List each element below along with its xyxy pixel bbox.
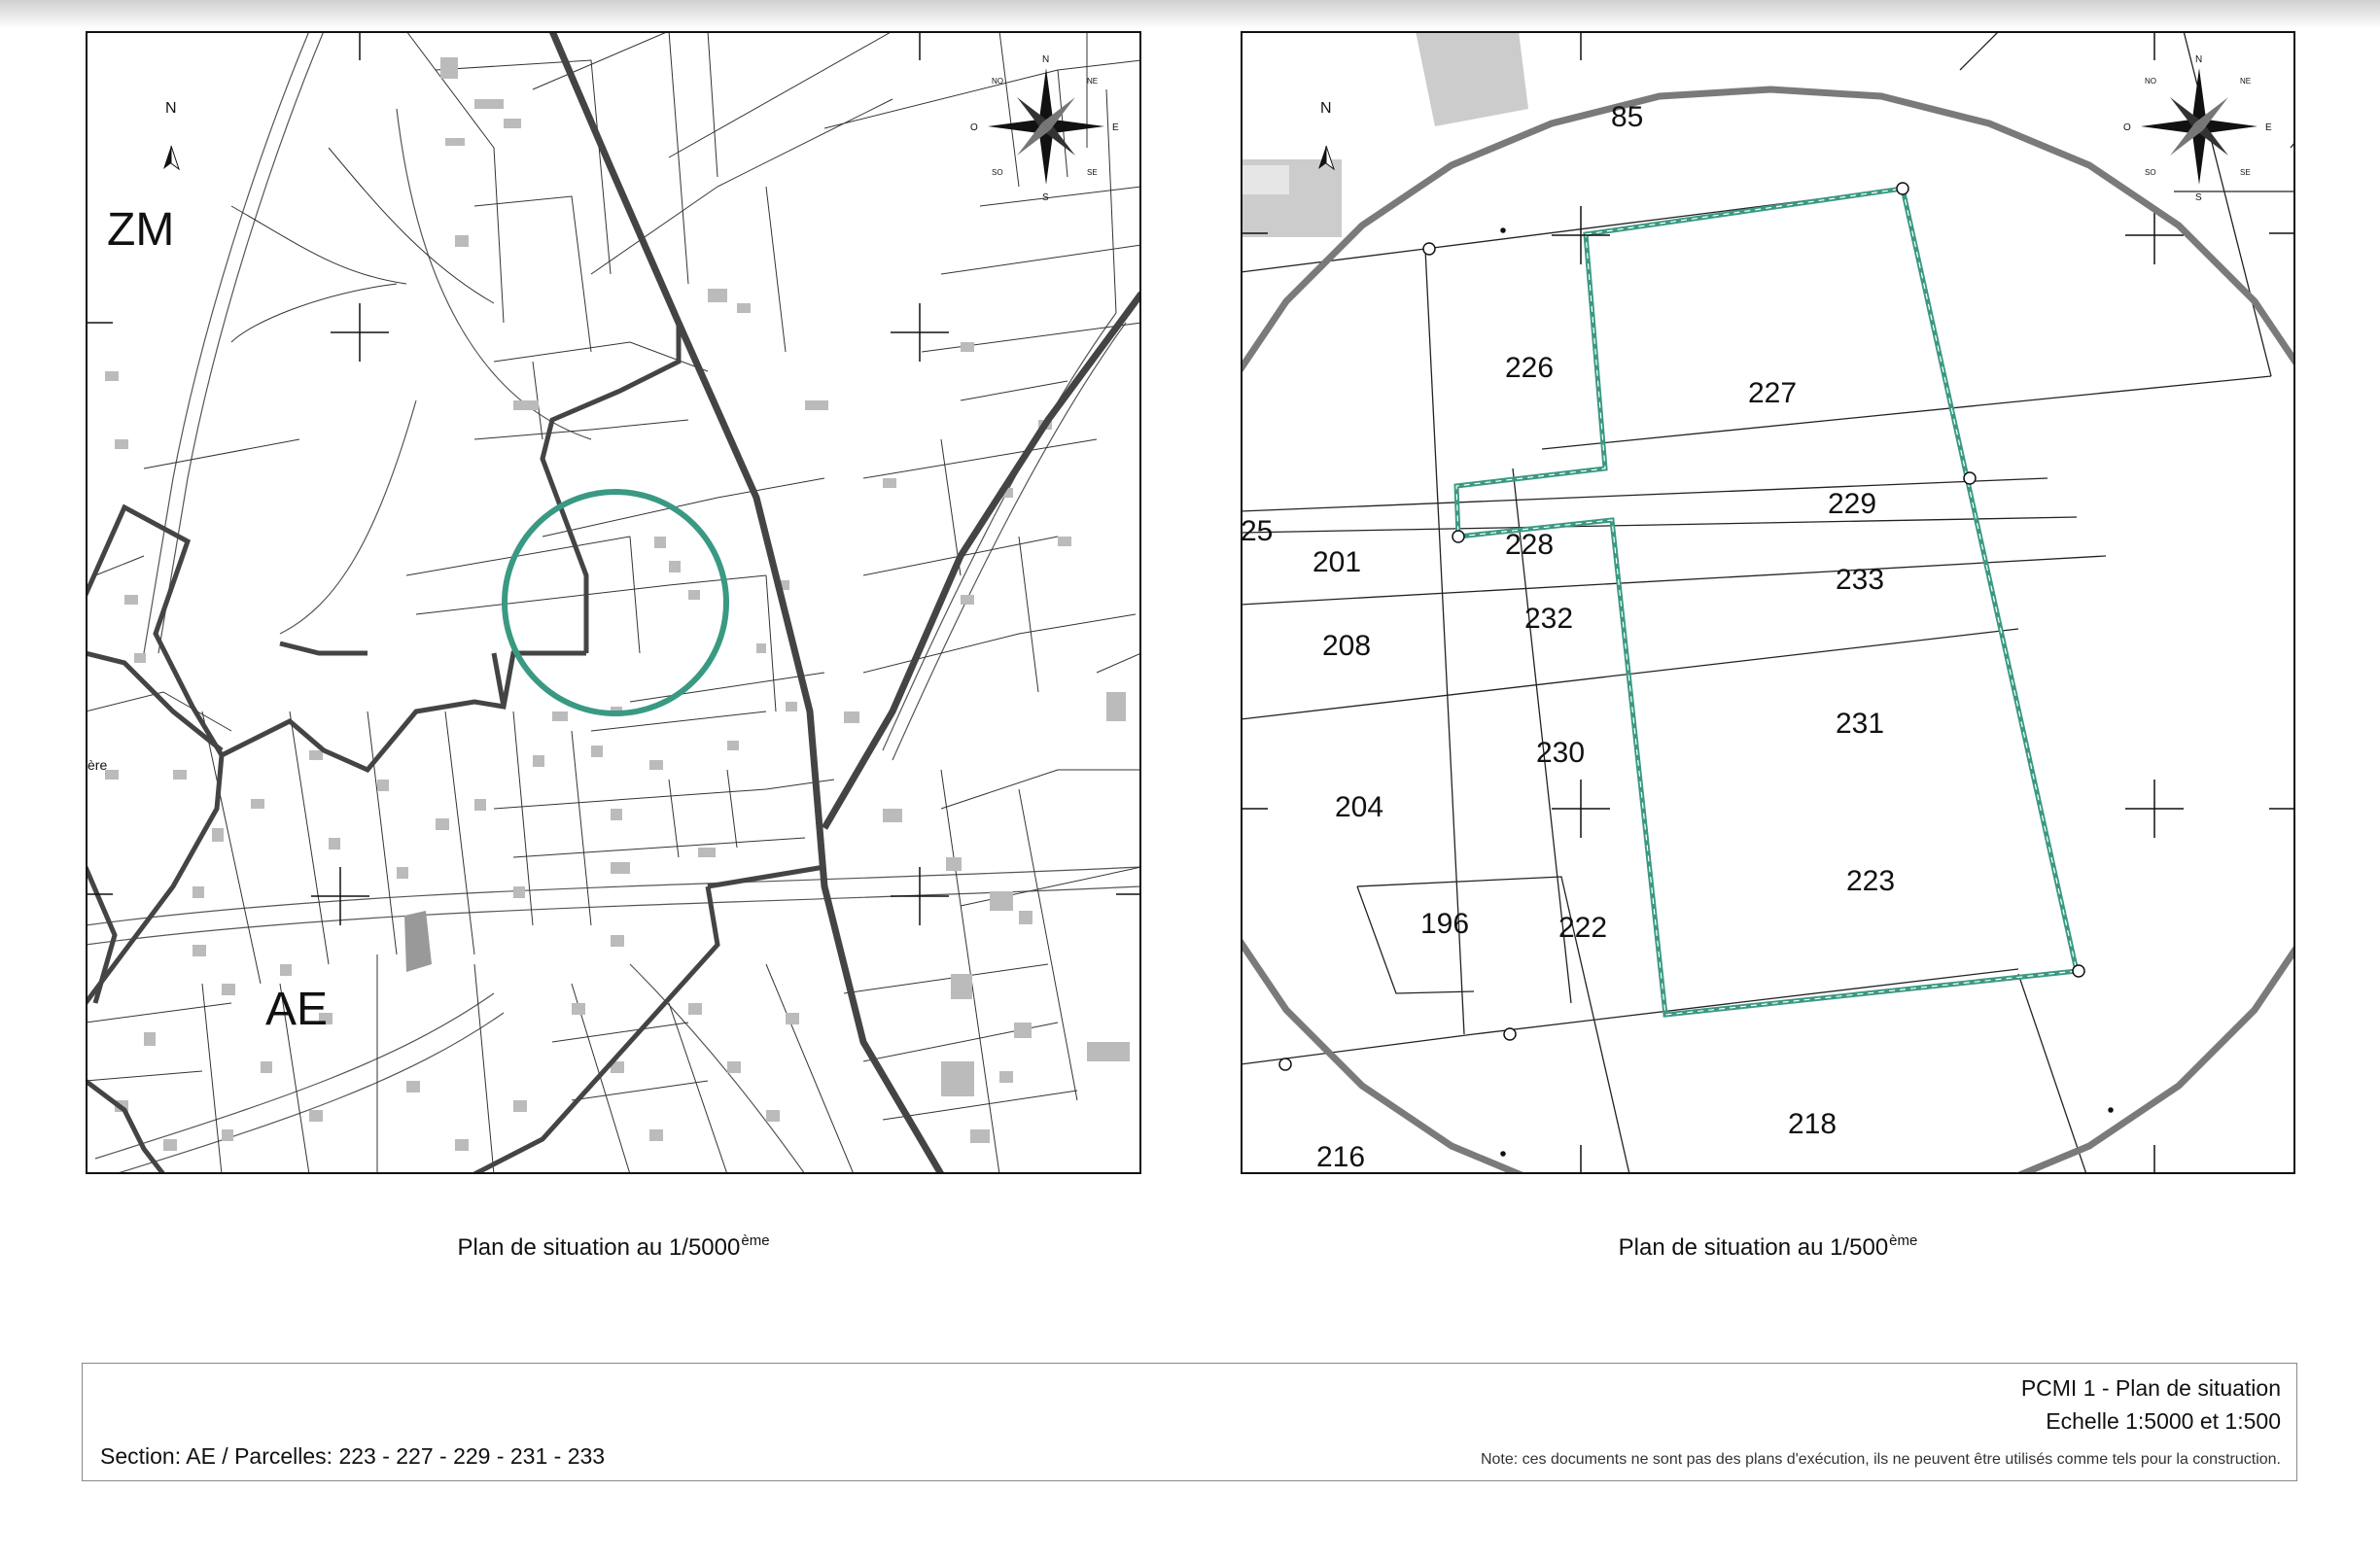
section-parcels: Section: AE / Parcelles: 223 - 227 - 229… — [100, 1443, 606, 1469]
svg-text:NO: NO — [2145, 77, 2156, 86]
parcel-label-228: 228 — [1505, 529, 1554, 561]
place-label-fragment: ère — [88, 757, 107, 773]
parcel-label-196: 196 — [1420, 908, 1469, 940]
svg-text:E: E — [2265, 122, 2272, 133]
map-1-500[interactable]: 85 226 227 229 25 201 228 233 208 232 23… — [1241, 31, 2295, 1174]
svg-text:NE: NE — [1087, 77, 1098, 86]
zone-label-zm: ZM — [107, 204, 174, 256]
compass-rose-icon: N S E O NE NO SE SO — [2123, 54, 2272, 203]
svg-text:S: S — [2195, 192, 2202, 203]
scale-text: Echelle 1:5000 et 1:500 — [2046, 1408, 2281, 1434]
parcel-label-227: 227 — [1748, 377, 1797, 409]
minor-roads — [86, 31, 1141, 1174]
caption-1-500: Plan de situation au 1/500ème — [1241, 1232, 2295, 1262]
project-parcels-outline — [1453, 186, 2081, 1018]
parcel-label-208: 208 — [1322, 630, 1371, 662]
caption-superscript: ème — [741, 1232, 770, 1249]
buildings — [1241, 31, 1528, 237]
svg-text:NO: NO — [992, 77, 1003, 86]
parcel-label-216: 216 — [1316, 1141, 1365, 1173]
parcel-label-85: 85 — [1611, 101, 1643, 133]
svg-text:N: N — [2195, 54, 2202, 65]
svg-text:SO: SO — [992, 168, 1003, 177]
svg-text:SE: SE — [2240, 168, 2251, 177]
parcel-label-226: 226 — [1505, 352, 1554, 384]
caption-text: Plan de situation au 1/5000 — [457, 1234, 741, 1261]
parcel-label-229: 229 — [1828, 488, 1876, 520]
parcel-label-201: 201 — [1312, 546, 1361, 578]
parcel-label-223: 223 — [1846, 865, 1895, 897]
map-1-5000[interactable]: ZM AE ère N N S E O NE NO SE SO — [86, 31, 1141, 1174]
parcel-label-204: 204 — [1335, 791, 1383, 823]
svg-text:S: S — [1042, 192, 1049, 203]
north-arrow-icon: N — [1318, 100, 1335, 171]
zone-boundaries — [86, 323, 825, 1174]
parcel-label-233: 233 — [1836, 564, 1884, 596]
svg-text:NE: NE — [2240, 77, 2251, 86]
buildings — [105, 57, 1130, 1151]
parcel-label-222: 222 — [1558, 912, 1607, 944]
svg-text:N: N — [1042, 54, 1049, 65]
grid-crosses — [86, 31, 1141, 925]
main-roads — [548, 31, 1141, 1174]
zone-label-ae: AE — [265, 984, 328, 1035]
document-title: PCMI 1 - Plan de situation — [2020, 1375, 2281, 1401]
north-arrow-icon: N — [163, 100, 180, 171]
compass-rose-icon: N S E O NE NO SE SO — [970, 54, 1119, 203]
study-area-circle — [502, 489, 729, 716]
svg-text:O: O — [970, 122, 978, 133]
svg-text:SE: SE — [1087, 168, 1098, 177]
map-frame — [86, 31, 1141, 1174]
svg-text:SO: SO — [2145, 168, 2156, 177]
caption-1-5000: Plan de situation au 1/5000ème — [86, 1232, 1141, 1262]
svg-text:N: N — [1320, 100, 1332, 117]
caption-superscript: ème — [1889, 1232, 1918, 1249]
disclaimer-note: Note: ces documents ne sont pas des plan… — [1480, 1451, 2281, 1468]
parcel-labels: 85 226 227 229 25 201 228 233 208 232 23… — [1241, 101, 1895, 1173]
parcel-label-230: 230 — [1536, 737, 1585, 769]
top-shadow — [0, 0, 2380, 29]
parcel-lines — [86, 31, 1141, 1174]
parcel-label-231: 231 — [1836, 708, 1884, 740]
title-block: PCMI 1 - Plan de situation Echelle 1:500… — [82, 1363, 2297, 1481]
parcel-label-218: 218 — [1788, 1108, 1837, 1140]
svg-text:N: N — [165, 100, 177, 117]
svg-text:E: E — [1112, 122, 1119, 133]
caption-text: Plan de situation au 1/500 — [1618, 1234, 1889, 1261]
svg-text:O: O — [2123, 122, 2131, 133]
parcel-label-25: 25 — [1241, 515, 1273, 547]
parcel-label-232: 232 — [1524, 603, 1573, 635]
